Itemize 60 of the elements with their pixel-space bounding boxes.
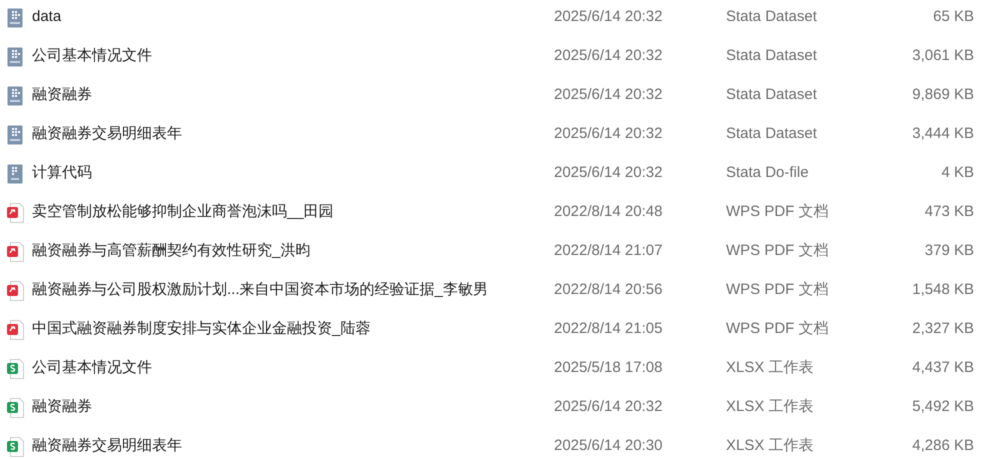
stata-file-icon [7,46,23,66]
file-size: 379 KB [924,241,974,262]
date-modified: 2025/6/14 20:32 [554,397,664,418]
file-type: Stata Dataset [726,124,818,144]
pdf-file-icon [7,242,24,262]
file-size: 3,444 KB [911,124,974,144]
date-modified: 2025/6/14 20:30 [554,436,664,456]
date-modified: 2022/8/14 20:48 [554,202,664,222]
file-size: 4,437 KB [911,358,974,378]
date-modified: 2022/8/14 20:56 [554,280,664,300]
file-type: XLSX 工作表 [726,397,815,418]
date-modified: 2022/8/14 21:05 [554,319,664,340]
date-modified: 2025/6/14 20:32 [554,46,664,66]
date-modified: 2025/6/14 20:32 [554,163,664,184]
file-type: WPS PDF 文档 [726,280,830,300]
file-size: 1,548 KB [911,280,974,300]
file-size: 2,327 KB [911,319,974,340]
date-modified: 2022/8/14 21:07 [554,241,664,262]
file-size: 4,286 KB [911,436,974,456]
file-type: XLSX 工作表 [726,436,815,456]
file-type: Stata Dataset [726,7,818,28]
file-name: 卖空管制放松能够抑制企业商誉泡沫吗__田园 [32,202,335,222]
stata-file-icon [7,124,23,144]
spreadsheet-file-icon [7,436,24,456]
date-modified: 2025/6/14 20:32 [554,7,664,28]
file-name: 公司基本情况文件 [32,46,153,66]
file-size: 473 KB [924,202,974,222]
date-modified: 2025/5/18 17:08 [554,358,664,378]
file-name: 融资融券与高管薪酬契约有效性研究_洪昀 [32,241,312,262]
file-size: 5,492 KB [911,397,974,418]
file-name: 计算代码 [32,163,93,184]
pdf-file-icon [7,320,24,340]
file-size: 3,061 KB [911,46,974,66]
file-name: 融资融券与公司股权激励计划...来自中国资本市场的经验证据_李敏男 [32,280,489,300]
file-type: Stata Dataset [726,46,818,66]
file-type: WPS PDF 文档 [726,202,830,222]
file-size: 4 KB [940,163,974,184]
file-type: WPS PDF 文档 [726,319,830,340]
stata-file-icon [7,8,23,28]
file-name: 公司基本情况文件 [32,358,153,378]
file-type: Stata Do-file [726,163,810,184]
stata-file-icon [7,86,23,106]
file-name: 融资融券 [32,85,93,106]
file-name: 融资融券 [32,397,93,418]
date-modified: 2025/6/14 20:32 [554,124,664,144]
file-type: Stata Dataset [726,85,818,106]
pdf-file-icon [7,202,24,222]
file-name: data [32,7,62,28]
file-name: 融资融券交易明细表年 [32,124,183,144]
stata-file-icon [7,164,23,184]
file-name: 融资融券交易明细表年 [32,436,183,456]
spreadsheet-file-icon [7,358,24,378]
date-modified: 2025/6/14 20:32 [554,85,664,106]
file-size: 65 KB [932,7,974,28]
pdf-file-icon [7,280,24,300]
file-name: 中国式融资融券制度安排与实体企业金融投资_陆蓉 [32,319,372,340]
file-type: WPS PDF 文档 [726,241,830,262]
spreadsheet-file-icon [7,398,24,418]
file-type: XLSX 工作表 [726,358,815,378]
file-size: 9,869 KB [911,85,974,106]
